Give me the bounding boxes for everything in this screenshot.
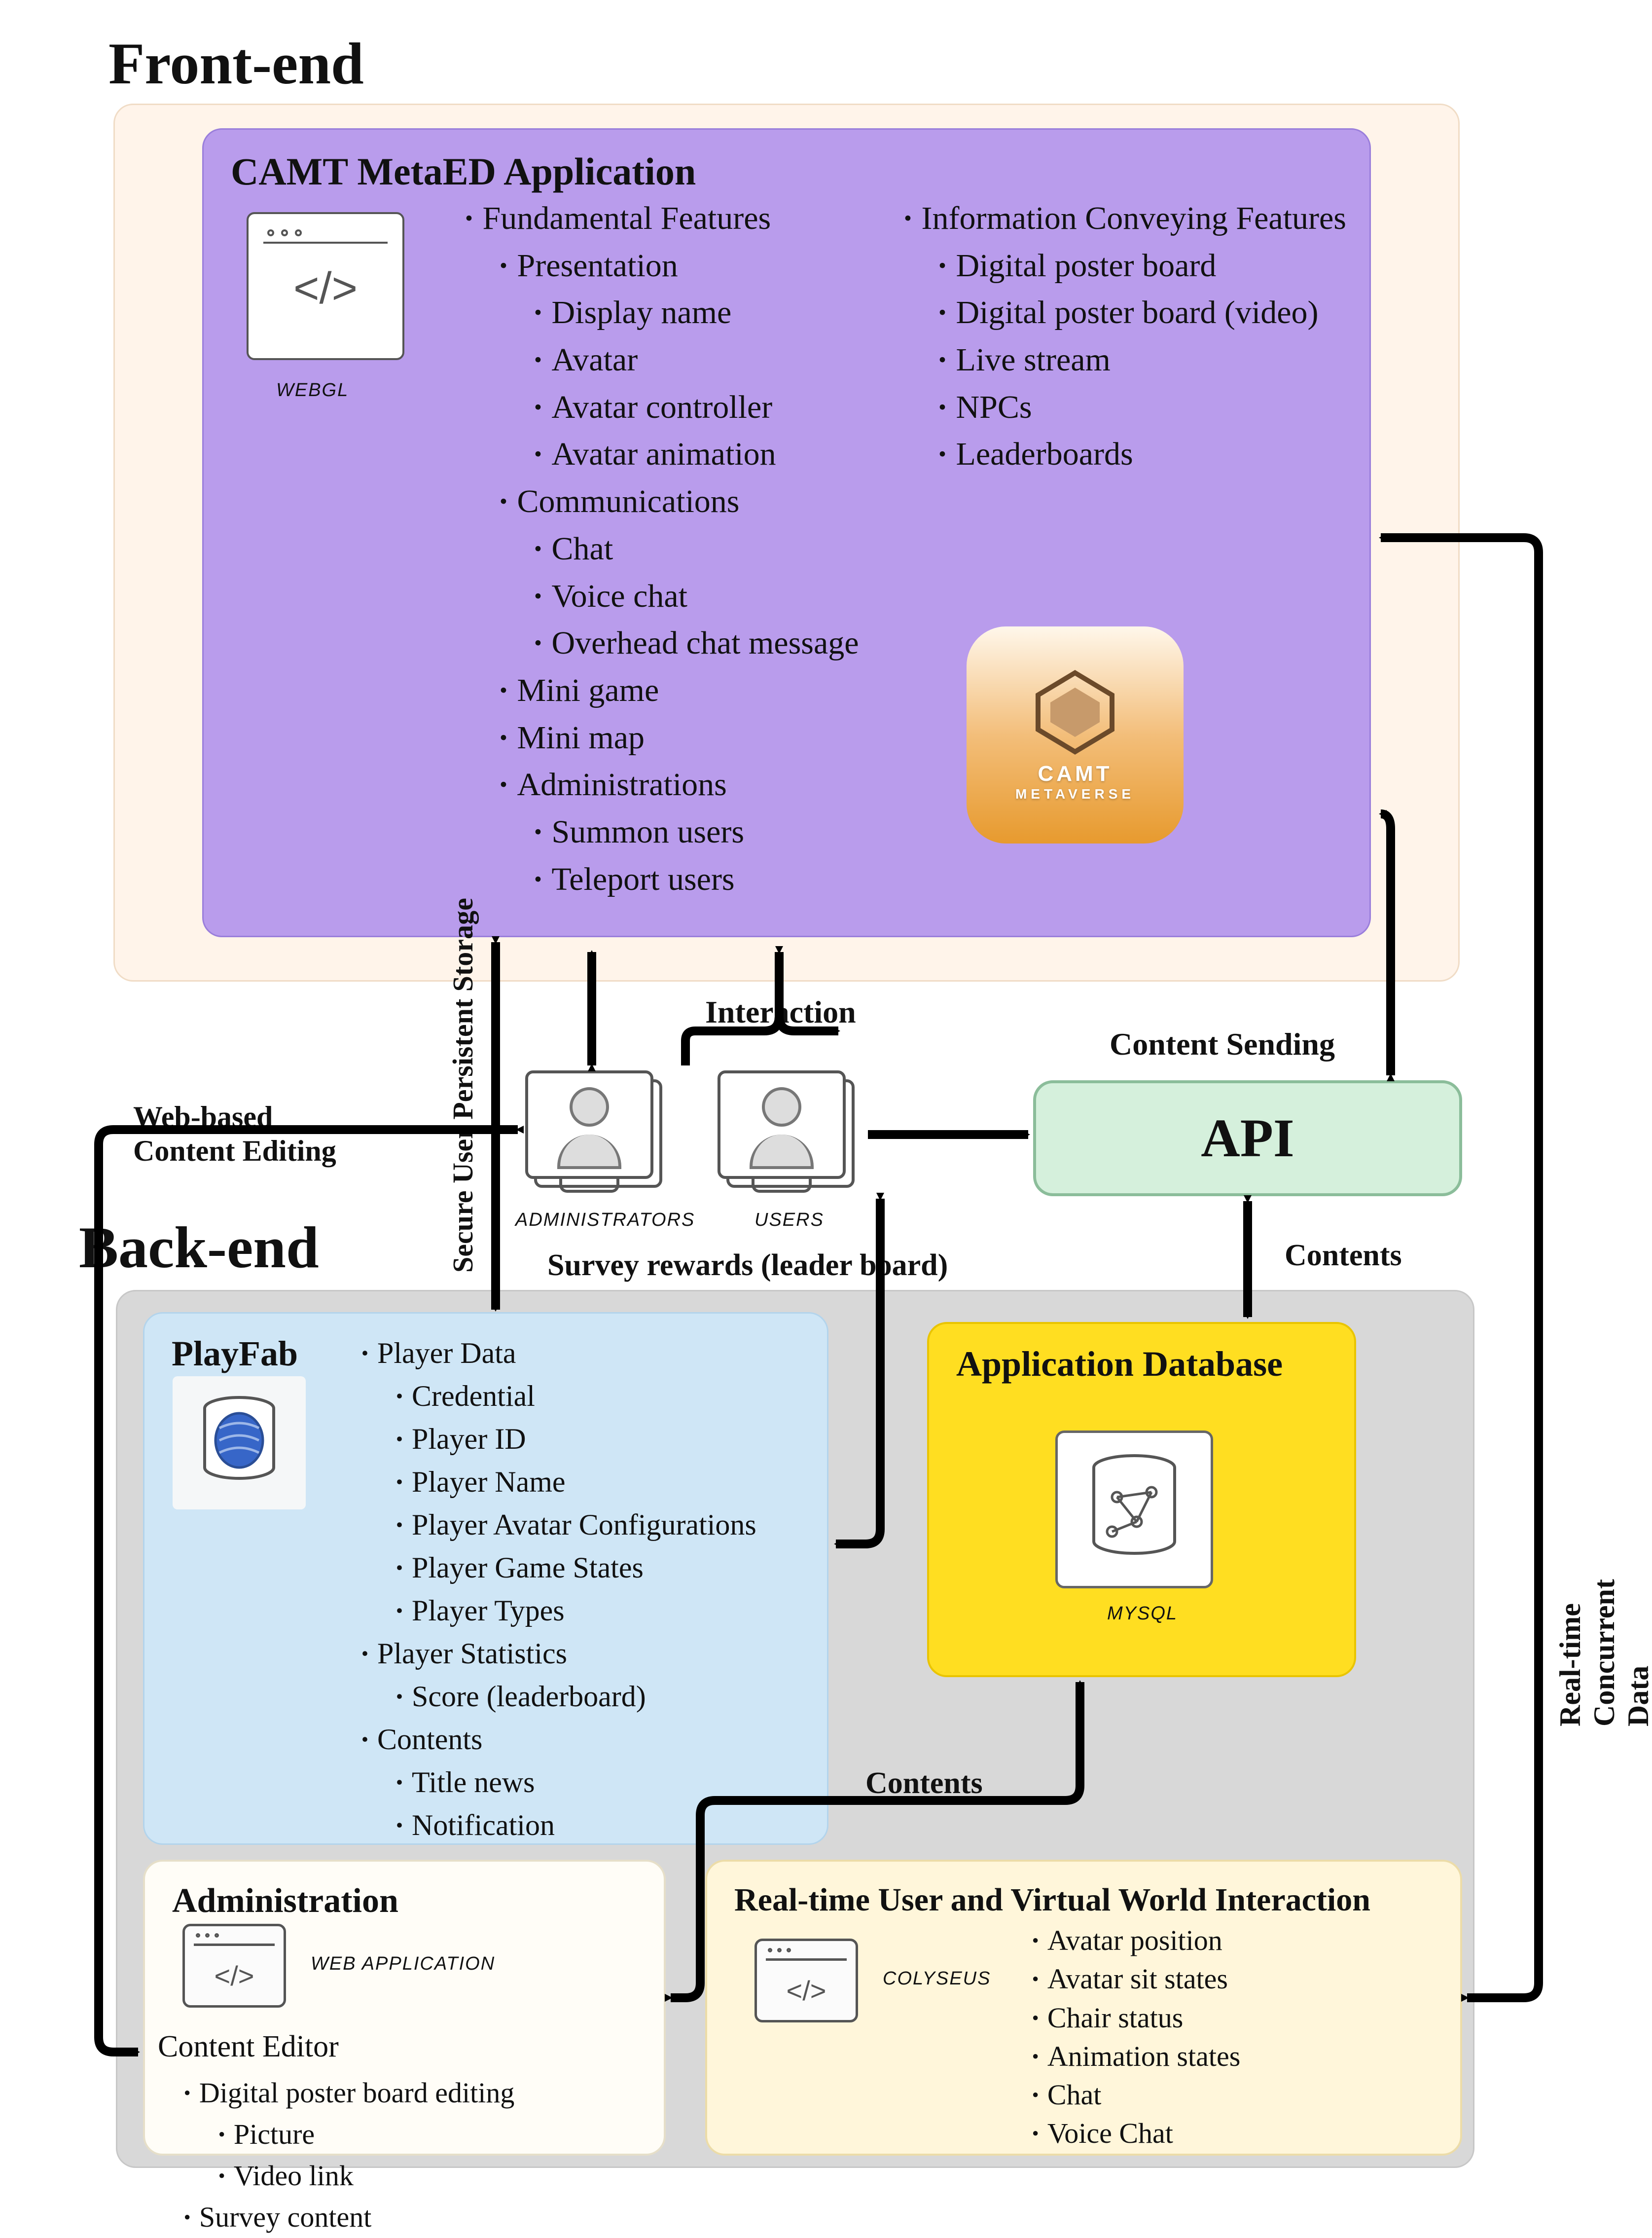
survey-rewards-label: Survey rewards (leader board) bbox=[547, 1248, 948, 1283]
list-item: Player ID bbox=[395, 1418, 824, 1461]
list-item: Avatar bbox=[533, 336, 898, 384]
list-item: Player Data bbox=[360, 1332, 824, 1375]
users-caption: USERS bbox=[754, 1210, 824, 1231]
list-item: Administrations bbox=[498, 761, 898, 808]
list-item: Mini map bbox=[498, 714, 898, 762]
list-item: Digital poster board bbox=[937, 242, 1366, 290]
contents-apidb-label: Contents bbox=[1285, 1238, 1402, 1273]
metaed-col2: Information Conveying Features Digital p… bbox=[902, 195, 1366, 478]
api-title: API bbox=[1201, 1107, 1294, 1170]
list-item: Avatar sit states bbox=[1031, 1960, 1445, 1998]
frontend-heading: Front-end bbox=[108, 30, 364, 98]
list-item: Mini game bbox=[498, 667, 898, 714]
list-item: Survey content bbox=[182, 2197, 651, 2238]
list-item: Player Statistics bbox=[360, 1632, 824, 1675]
list-item: Player Game States bbox=[395, 1546, 824, 1589]
admin-bullets: Content Editor Digital poster board edit… bbox=[158, 2025, 651, 2238]
realtime-sync-label: Real-time Concurrent Data Synchronisatio… bbox=[1553, 1521, 1652, 1726]
list-item: Live stream bbox=[937, 336, 1366, 384]
list-item: Player Name bbox=[395, 1461, 824, 1504]
list-item: Communications bbox=[498, 478, 898, 525]
users-icon bbox=[718, 1070, 846, 1179]
realtime-title: Real-time User and Virtual World Interac… bbox=[707, 1862, 1460, 1929]
list-item: Digital poster board editing bbox=[182, 2072, 651, 2114]
list-item: Avatar controller bbox=[533, 384, 898, 431]
administrators-icon bbox=[525, 1070, 653, 1179]
colyseus-icon: </> bbox=[754, 1939, 858, 2022]
list-item: Presentation bbox=[498, 242, 898, 290]
webapp-icon: </> bbox=[182, 1924, 286, 2008]
list-item: Display name bbox=[533, 289, 898, 336]
webgl-card: </> bbox=[247, 212, 404, 360]
list-item: Credential bbox=[395, 1375, 824, 1418]
metaed-title: CAMT MetaED Application bbox=[204, 130, 1369, 204]
api-box: API bbox=[1033, 1080, 1462, 1196]
list-item: Information Conveying Features bbox=[902, 195, 1366, 242]
logo-text: CAMT bbox=[1038, 762, 1112, 786]
logo-subtext: METAVERSE bbox=[1015, 786, 1135, 802]
list-item: Fundamental Features bbox=[464, 195, 898, 242]
list-item: Chat bbox=[1031, 2076, 1445, 2114]
list-item: NPCs bbox=[937, 384, 1366, 431]
list-item: Chat bbox=[533, 525, 898, 573]
list-item: Picture bbox=[217, 2114, 651, 2155]
administrators-caption: ADMINISTRATORS bbox=[515, 1210, 695, 1231]
list-item: Avatar animation bbox=[533, 431, 898, 478]
list-item: Avatar position bbox=[1031, 1921, 1445, 1960]
list-item: Voice Chat bbox=[1031, 2114, 1445, 2153]
admin-title: Administration bbox=[145, 1862, 664, 1931]
list-item: Animation states bbox=[1031, 2037, 1445, 2076]
mysql-icon bbox=[1055, 1431, 1213, 1588]
backend-heading: Back-end bbox=[79, 1213, 319, 1282]
playfab-bullets: Player Data Credential Player ID Player … bbox=[360, 1332, 824, 1847]
list-item: Teleport users bbox=[533, 856, 898, 903]
secure-storage-label: Secure User Persistent Storage bbox=[446, 898, 479, 1273]
mysql-caption: MYSQL bbox=[1107, 1603, 1178, 1624]
list-item: Score (leaderboard) bbox=[395, 1675, 824, 1718]
list-item: Player Avatar Configurations bbox=[395, 1504, 824, 1546]
realtime-bullets: Avatar position Avatar sit states Chair … bbox=[1031, 1921, 1445, 2153]
interaction-label: Interaction bbox=[705, 994, 856, 1030]
webapp-caption: WEB APPLICATION bbox=[311, 1953, 495, 1975]
list-item: Contents bbox=[360, 1718, 824, 1761]
list-item: Digital poster board (video) bbox=[937, 289, 1366, 336]
list-item: Chair status bbox=[1031, 1999, 1445, 2037]
webgl-caption: WEBGL bbox=[276, 380, 349, 401]
list-item: Voice chat bbox=[533, 573, 898, 620]
list-item: Notification bbox=[395, 1804, 824, 1847]
contents-admindb-label: Contents bbox=[865, 1766, 983, 1801]
content-sending-label: Content Sending bbox=[1110, 1026, 1335, 1063]
list-item: Player Types bbox=[395, 1589, 824, 1632]
admin-editor-heading: Content Editor bbox=[158, 2030, 339, 2063]
list-item: Overhead chat message bbox=[533, 620, 898, 667]
appdb-title: Application Database bbox=[929, 1324, 1354, 1394]
web-editing-label: Web-based Content Editing bbox=[133, 1100, 336, 1168]
list-item: Video link bbox=[217, 2155, 651, 2197]
list-item: Summon users bbox=[533, 808, 898, 856]
playfab-db-icon bbox=[173, 1376, 306, 1509]
list-item: Title news bbox=[395, 1761, 824, 1804]
list-item: Leaderboards bbox=[937, 431, 1366, 478]
colyseus-caption: COLYSEUS bbox=[883, 1968, 991, 1989]
camt-logo: CAMTMETAVERSE bbox=[967, 626, 1184, 844]
metaed-col1: Fundamental Features Presentation Displa… bbox=[464, 195, 898, 903]
